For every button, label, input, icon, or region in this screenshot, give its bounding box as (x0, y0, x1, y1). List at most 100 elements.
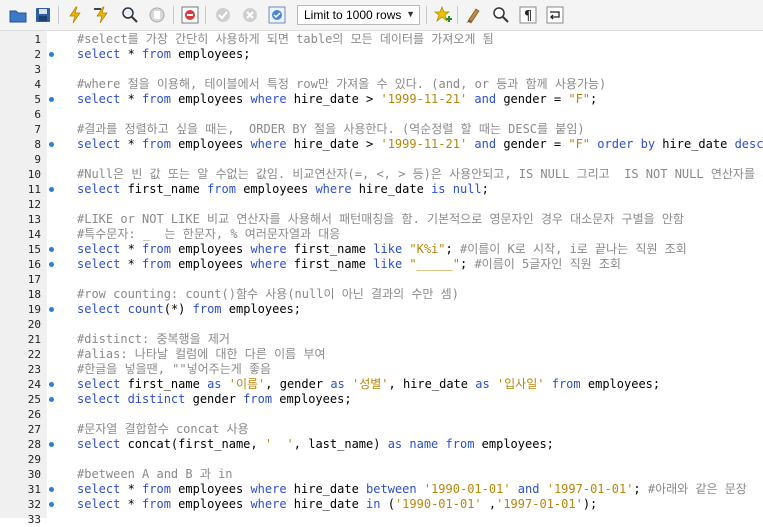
limit-rows-select[interactable]: Limit to 1000 rows ▼ (297, 5, 420, 25)
code-line[interactable]: 25 select distinct gender from employees; (0, 392, 763, 407)
code-line[interactable]: 23 #한글을 넣을땐, ""넣어주는게 좋음 (0, 362, 763, 377)
string-token: '1999-11-21' (380, 92, 468, 106)
identifier-token: employees; (170, 47, 251, 61)
code-line[interactable]: 13 #LIKE or NOT LIKE 비교 연산자를 사용해서 패턴매칭을 함… (0, 212, 763, 227)
code-line[interactable]: 20 (0, 317, 763, 332)
keyword-token: select (77, 182, 121, 196)
code-line[interactable]: 30 #between A and B 과 in (0, 467, 763, 482)
code-line[interactable]: 4 #where 절을 이용해, 테이블에서 특정 row만 가져올 수 있다. … (0, 77, 763, 92)
add-snippet-icon[interactable] (433, 5, 453, 25)
code-text: #where 절을 이용해, 테이블에서 특정 row만 가져올 수 있다. (… (77, 77, 606, 92)
comment-token: #between A and B 과 in (77, 467, 233, 481)
code-line[interactable]: 14 #특수문자: _ 는 한문자, % 여러문자열과 대응 (0, 227, 763, 242)
statement-marker-icon (49, 262, 54, 267)
code-line[interactable]: 6 (0, 107, 763, 122)
line-number: 26 (27, 408, 41, 421)
code-text: select * from employees where hire_date … (77, 482, 747, 497)
keyword-token: from (192, 302, 222, 316)
code-line[interactable]: 5 select * from employees where hire_date… (0, 92, 763, 107)
keyword-token: from (142, 497, 171, 511)
code-text: #alias: 나타날 컬럼에 대한 다른 이름 부여 (77, 347, 325, 362)
code-line[interactable]: 21 #distinct: 중복행을 제거 (0, 332, 763, 347)
code-line[interactable]: 18 #row counting: count()함수 사용(null이 아닌 결… (0, 287, 763, 302)
stop-icon[interactable] (147, 5, 167, 25)
code-line[interactable]: 33 (0, 512, 763, 527)
identifier-token: employees (170, 92, 251, 106)
code-line[interactable]: 8 select * from employees where hire_date… (0, 137, 763, 152)
code-line[interactable]: 15 select * from employees where first_na… (0, 242, 763, 257)
identifier-token: * (120, 137, 143, 151)
code-line[interactable]: 11 select first_name from employees where… (0, 182, 763, 197)
statement-marker-icon (49, 382, 54, 387)
open-folder-icon[interactable] (8, 5, 28, 25)
identifier-token: hire_date (286, 482, 367, 496)
identifier-token: hire_date > (286, 137, 381, 151)
identifier-token: * (120, 257, 143, 271)
code-line[interactable]: 9 (0, 152, 763, 167)
explain-icon[interactable] (120, 5, 140, 25)
find-icon[interactable] (491, 5, 511, 25)
identifier-token (222, 377, 229, 391)
identifier-token: employees; (474, 437, 554, 451)
identifier-token: hire_date > (286, 92, 381, 106)
save-icon[interactable] (33, 5, 53, 25)
wrap-icon[interactable] (545, 5, 565, 25)
keyword-token: in (366, 497, 381, 511)
query-toolbar: Limit to 1000 rows ▼ ¶ (0, 0, 763, 31)
autocommit-icon[interactable] (267, 5, 287, 25)
code-line[interactable]: 3 (0, 62, 763, 77)
keyword-token: select (77, 497, 121, 511)
keyword-token: select (77, 92, 121, 106)
line-number: 15 (27, 243, 41, 256)
beautify-icon[interactable] (464, 5, 484, 25)
code-line[interactable]: 17 (0, 272, 763, 287)
code-line[interactable]: 19 select count(*) from employees; (0, 302, 763, 317)
toggle-error-icon[interactable] (180, 5, 200, 25)
sql-editor[interactable]: 1 #select를 가장 간단히 사용하게 되면 table의 모든 데이터를 … (0, 31, 763, 526)
invisible-chars-icon[interactable]: ¶ (518, 5, 538, 25)
identifier-token: gender (185, 392, 244, 406)
line-number: 23 (27, 363, 41, 376)
code-line[interactable]: 7 #결과를 정렬하고 싶을 때는, ORDER BY 절을 사용한다. (역순정… (0, 122, 763, 137)
statement-marker-icon (49, 52, 54, 57)
execute-current-icon[interactable] (92, 5, 112, 25)
keyword-token: where (250, 92, 287, 106)
keyword-token: where (250, 242, 287, 256)
identifier-token: gender = (496, 137, 569, 151)
code-line[interactable]: 22 #alias: 나타날 컬럼에 대한 다른 이름 부여 (0, 347, 763, 362)
execute-icon[interactable] (65, 5, 85, 25)
keyword-token: select (77, 302, 121, 316)
keyword-token: order by (597, 137, 656, 151)
code-line[interactable]: 26 (0, 407, 763, 422)
code-line[interactable]: 24 select first_name as '이름', gender as '… (0, 377, 763, 392)
string-token: '1990-01-01' (394, 497, 482, 511)
code-text: #LIKE or NOT LIKE 비교 연산자를 사용해서 패턴매칭을 함. … (77, 212, 684, 227)
code-line[interactable]: 2 select * from employees; (0, 47, 763, 62)
code-line[interactable]: 28 select concat(first_name, ' ', last_na… (0, 437, 763, 452)
rollback-icon[interactable] (240, 5, 260, 25)
code-text: #select를 가장 간단히 사용하게 되면 table의 모든 데이터를 가… (77, 32, 494, 47)
code-line[interactable]: 31 select * from employees where hire_dat… (0, 482, 763, 497)
code-line[interactable]: 29 (0, 452, 763, 467)
line-number: 6 (34, 108, 41, 121)
code-line[interactable]: 16 select * from employees where first_na… (0, 257, 763, 272)
code-line[interactable]: 10 #Null은 빈 값 또는 알 수없는 값임. 비교연산자(=, <, > … (0, 167, 763, 182)
identifier-token (545, 377, 552, 391)
line-number: 31 (27, 483, 41, 496)
code-line[interactable]: 32 select * from employees where hire_dat… (0, 497, 763, 512)
code-line[interactable]: 27 #문자열 결합함수 concat 사용 (0, 422, 763, 437)
string-token: '입사일' (496, 377, 545, 391)
commit-icon[interactable] (213, 5, 233, 25)
code-line[interactable]: 1 #select를 가장 간단히 사용하게 되면 table의 모든 데이터를 … (0, 32, 763, 47)
comment-token: #이름이 5글자인 직원 조회 (474, 257, 621, 271)
keyword-token: from (243, 392, 273, 406)
comment-token: #row counting: count()함수 사용(null이 아닌 결과의… (77, 287, 459, 301)
code-line[interactable]: 12 (0, 197, 763, 212)
identifier-token: employees (235, 182, 316, 196)
keyword-token: from (445, 437, 475, 451)
keyword-token: where (315, 182, 352, 196)
comment-token: #한글을 넣을땐, ""넣어주는게 좋음 (77, 362, 272, 376)
string-token: '성별' (352, 377, 389, 391)
line-number: 25 (27, 393, 41, 406)
keyword-token: select (77, 437, 121, 451)
